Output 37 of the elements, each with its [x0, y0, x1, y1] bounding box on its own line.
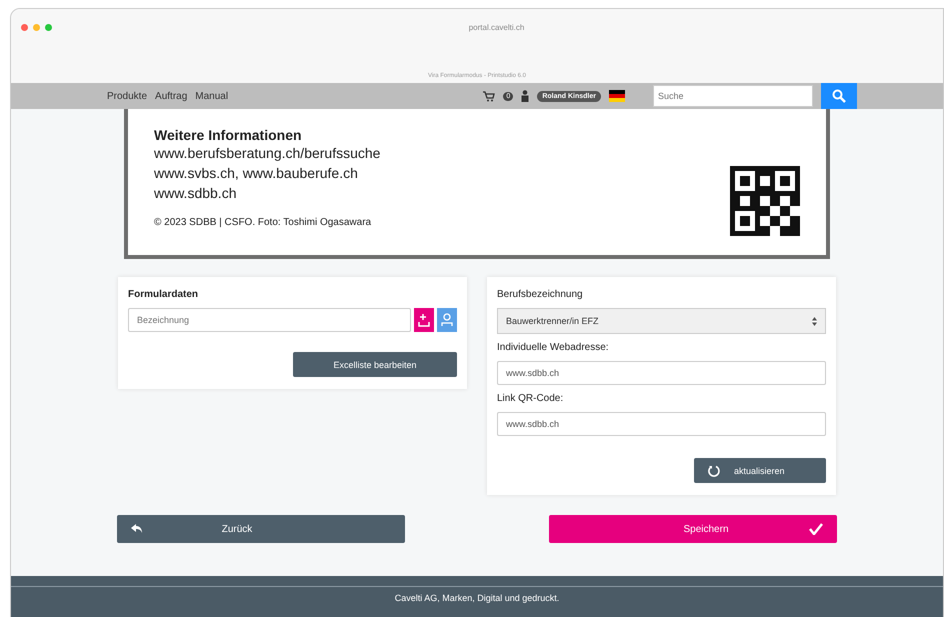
cart-icon[interactable]	[483, 90, 496, 102]
preview-text: www.berufsberatung.ch/berufssuche	[154, 144, 382, 163]
field-label: Link QR-Code:	[497, 393, 564, 404]
add-button[interactable]	[414, 308, 434, 332]
search-button[interactable]	[821, 83, 857, 109]
refresh-button[interactable]: aktualisieren	[694, 458, 826, 483]
check-icon	[809, 523, 823, 535]
user-icon[interactable]	[521, 90, 530, 102]
qr-code	[730, 166, 800, 236]
flag-icon[interactable]	[609, 90, 625, 102]
qr-link-field[interactable]: www.sdbb.ch	[497, 412, 826, 436]
refresh-icon	[708, 464, 720, 476]
plus-icon	[418, 313, 430, 327]
select-arrows-icon	[812, 316, 817, 326]
window-controls[interactable]	[21, 24, 52, 30]
name-field[interactable]: Bezeichnung	[128, 308, 411, 332]
save-button[interactable]: Speichern	[549, 515, 837, 543]
person-icon	[441, 313, 453, 327]
edit-excel-button[interactable]: Excelliste bearbeiten	[293, 352, 457, 377]
back-button[interactable]: Zurück	[117, 515, 405, 543]
credit-text: © 2023 SDBB | CSFO. Foto: Toshimi Ogasawara	[154, 217, 372, 228]
nav-link[interactable]: Produkte	[107, 90, 148, 102]
search-field[interactable]: Suche	[653, 85, 813, 107]
field-label: Berufsbezeichnung	[497, 289, 584, 300]
preview-text: www.sdbb.ch	[154, 184, 238, 203]
field-label: Individuelle Webadresse:	[497, 342, 610, 353]
nav-link[interactable]: Manual	[195, 90, 228, 102]
card-title: Formulardaten	[128, 289, 200, 300]
job-select[interactable]: Bauwerktrenner/in EFZ	[497, 308, 826, 334]
search-icon	[832, 89, 846, 103]
nav-link[interactable]: Auftrag	[155, 90, 188, 102]
footer-text: Cavelti AG, Marken, Digital und gedruckt.	[394, 593, 560, 603]
back-arrow-icon	[131, 524, 143, 534]
preview-text: www.svbs.ch, www.bauberufe.ch	[154, 164, 359, 183]
preview-heading: Weitere Informationen	[154, 127, 303, 143]
person-button[interactable]	[437, 308, 457, 332]
web-address-field[interactable]: www.sdbb.ch	[497, 361, 826, 385]
